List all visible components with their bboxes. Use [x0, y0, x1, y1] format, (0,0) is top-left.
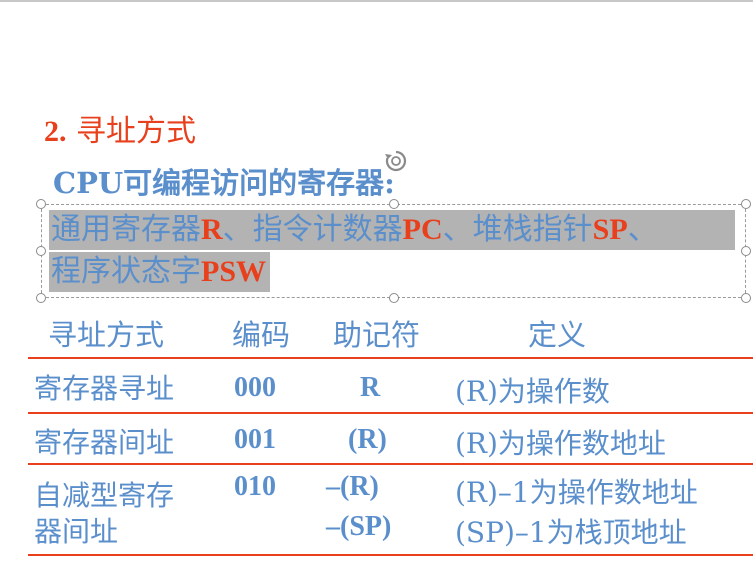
register-text: 程序状态字: [51, 254, 201, 289]
registers-intro: CPU可编程访问的寄存器:: [53, 166, 395, 200]
rotate-handle-icon[interactable]: [383, 148, 409, 174]
register-text: 、: [627, 212, 658, 247]
resize-handle-bottom-center[interactable]: [389, 293, 399, 303]
table-cell-definition: (R)为操作数地址: [455, 427, 666, 460]
registers-line-2[interactable]: 程序状态字PSW: [49, 252, 271, 292]
table-cell-code: 000: [234, 372, 276, 403]
registers-line-1[interactable]: 通用寄存器R、指令计数器PC、堆栈指针SP、: [49, 210, 735, 250]
table-cell-mnemonic: (R): [348, 424, 387, 455]
register-text: 、指令计数器: [222, 212, 403, 247]
table-cell-code: 010: [234, 471, 276, 502]
table-cell-mode: 寄存器间址: [34, 426, 175, 459]
register-abbrev: R: [201, 213, 223, 246]
table-cell-definition: (R)–1为操作数地址: [455, 476, 698, 509]
table-cell-definition: (SP)–1为栈顶地址: [455, 516, 687, 549]
table-cell-mnemonic: R: [360, 372, 381, 403]
resize-handle-middle-right[interactable]: [741, 246, 751, 256]
table-rule: [28, 554, 753, 556]
section-heading: 2. 寻址方式: [44, 106, 196, 150]
register-text: 通用寄存器: [51, 212, 201, 247]
resize-handle-top-center[interactable]: [389, 199, 399, 209]
resize-handle-bottom-left[interactable]: [36, 293, 46, 303]
col-header-mnemonic: 助记符: [333, 318, 421, 352]
col-header-code: 编码: [232, 318, 291, 352]
table-cell-definition: (R)为操作数: [455, 375, 610, 408]
resize-handle-middle-left[interactable]: [36, 246, 46, 256]
register-text: 、堆栈指针: [442, 212, 593, 247]
table-cell-mode: 器间址: [34, 515, 119, 548]
table-cell-code: 001: [234, 424, 276, 455]
table-cell-mode: 寄存器寻址: [34, 372, 175, 405]
register-abbrev: PC: [402, 213, 443, 246]
table-rule: [28, 412, 753, 414]
register-abbrev: SP: [592, 213, 628, 246]
resize-handle-top-left[interactable]: [36, 199, 46, 209]
table-cell-mnemonic: –(R): [326, 471, 379, 502]
register-abbrev: PSW: [201, 255, 267, 288]
top-border: [0, 0, 753, 2]
resize-handle-top-right[interactable]: [741, 199, 751, 209]
table-rule: [28, 463, 753, 465]
col-header-mode: 寻址方式: [48, 318, 165, 352]
col-header-definition: 定义: [528, 318, 587, 352]
table-cell-mode: 自减型寄存: [34, 479, 175, 512]
resize-handle-bottom-right[interactable]: [741, 293, 751, 303]
section-number: 2.: [44, 115, 67, 148]
table-cell-mnemonic: –(SP): [326, 511, 392, 542]
table-rule: [28, 357, 753, 359]
section-title: 寻址方式: [76, 114, 197, 149]
